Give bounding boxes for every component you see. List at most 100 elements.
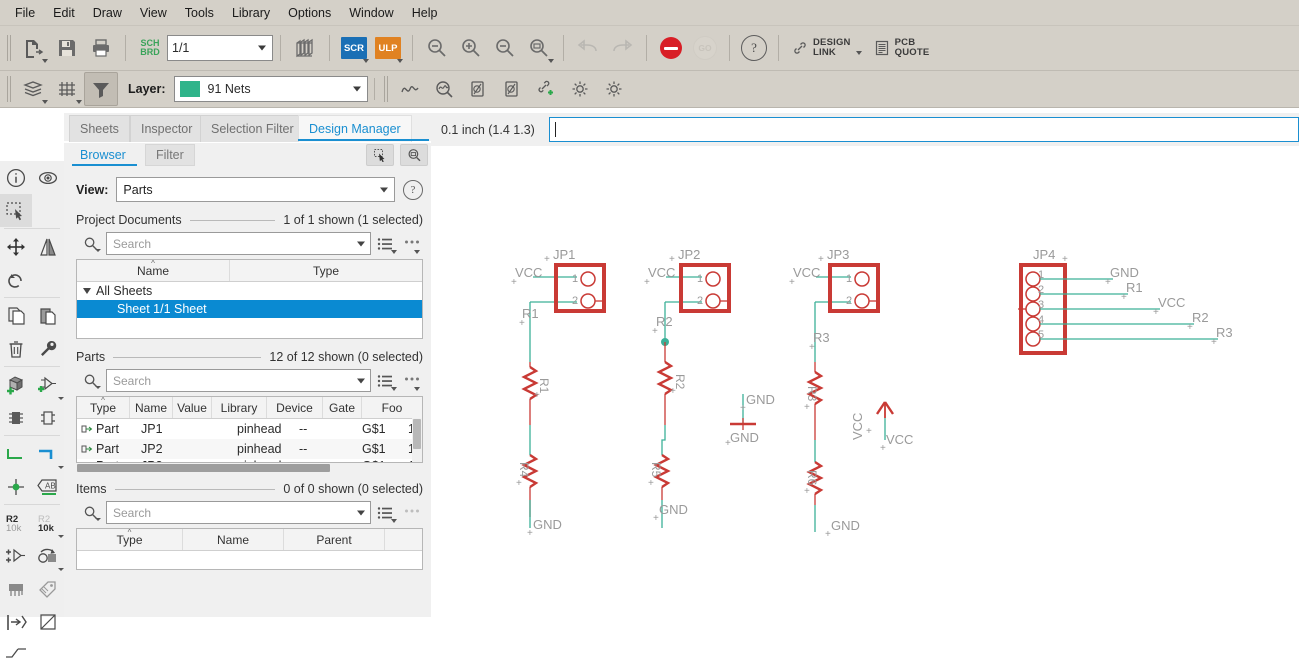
show-net-icon[interactable] — [393, 72, 427, 106]
switch-sch-brd-icon[interactable]: SCH BRD — [133, 31, 167, 65]
table-row[interactable]: Part JP1 pinhead -- G$1 1X0 — [77, 419, 422, 439]
pcb-quote-button[interactable]: PCB QUOTE — [868, 31, 936, 65]
net-label-vcc-jp3[interactable]: VCC — [793, 265, 820, 280]
junction-tool-icon[interactable] — [0, 470, 32, 503]
column-header-footprint[interactable]: Foo — [362, 397, 422, 418]
supply-symbol-gnd[interactable]: GND + GND + — [725, 392, 775, 449]
sheet-zoom-select[interactable]: 1/1 — [167, 35, 273, 61]
command-input[interactable] — [548, 117, 1299, 142]
run-ulp-icon[interactable]: ULP — [371, 31, 405, 65]
erc-check-icon[interactable] — [461, 72, 495, 106]
menu-item-file[interactable]: File — [6, 3, 44, 23]
pin-2-jp1[interactable] — [580, 293, 596, 309]
wire-r2-r5[interactable] — [661, 425, 666, 455]
schematic-group-jp3[interactable]: 1 2 JP3 + VCC + R3 + R3 + R6 + GND + — [789, 247, 880, 540]
toolbar-grip[interactable] — [7, 76, 13, 102]
columns-menu-icon[interactable] — [375, 503, 397, 523]
pin-1-jp3[interactable] — [854, 271, 870, 287]
value-tool-icon[interactable]: R2 10k — [32, 506, 64, 539]
column-header-type[interactable]: Type — [230, 260, 422, 281]
find-net-icon[interactable] — [427, 72, 461, 106]
column-header-name[interactable]: Name — [183, 529, 284, 550]
toolbar-grip[interactable] — [7, 35, 13, 61]
schematic-canvas[interactable]: 1 2 JP1 + VCC + R1 + R1 + R4 + GND + 1 2… — [431, 146, 1299, 617]
info-tool-icon[interactable] — [0, 161, 32, 194]
column-header-device[interactable]: Device — [267, 397, 323, 418]
chevron-down-icon[interactable] — [83, 288, 91, 294]
menu-item-edit[interactable]: Edit — [44, 3, 84, 23]
table-row[interactable]: Part JP2 pinhead -- G$1 1X0 — [77, 439, 422, 459]
menu-item-library[interactable]: Library — [223, 3, 279, 23]
pin-1-jp1[interactable] — [580, 271, 596, 287]
connector-body-jp1[interactable] — [554, 263, 606, 313]
mirror-tool-icon[interactable] — [32, 230, 64, 263]
net-label-gnd-3[interactable]: GND — [831, 518, 860, 533]
zoom-out-icon[interactable] — [420, 31, 454, 65]
net-label-vcc-jp2[interactable]: VCC — [648, 265, 675, 280]
net-label-gnd-1[interactable]: GND — [533, 517, 562, 532]
overflow-menu-icon[interactable] — [401, 234, 423, 254]
save-icon[interactable] — [50, 31, 84, 65]
display-layers-icon[interactable] — [16, 72, 50, 106]
menu-item-options[interactable]: Options — [279, 3, 340, 23]
export-pin-tool-icon[interactable] — [0, 605, 32, 638]
net-label-jp4-gnd[interactable]: GND — [1110, 265, 1139, 280]
parts-table-horizontal-scrollbar[interactable] — [76, 463, 423, 473]
net-label-gnd-2[interactable]: GND — [659, 502, 688, 517]
replace-tool-icon[interactable] — [32, 539, 64, 572]
toolbar-grip[interactable] — [383, 76, 390, 102]
wrench-tool-icon[interactable] — [32, 332, 64, 365]
pick-element-button[interactable] — [366, 144, 394, 166]
items-search-input[interactable]: Search — [106, 501, 371, 524]
net-tool-icon[interactable] — [0, 437, 32, 470]
schematic-group-jp1[interactable]: 1 2 JP1 + VCC + R1 + R1 + R4 + GND + — [511, 247, 606, 539]
net-label-jp4-vcc[interactable]: VCC — [1158, 295, 1185, 310]
pin-2-jp3[interactable] — [854, 293, 870, 309]
add-part-tool-icon[interactable] — [0, 368, 32, 401]
paste-tool-icon[interactable] — [32, 299, 64, 332]
settings-gear-icon[interactable] — [563, 72, 597, 106]
overflow-menu-icon[interactable] — [401, 503, 423, 523]
tab-inspector[interactable]: Inspector — [130, 115, 204, 142]
scrollbar-thumb[interactable] — [413, 419, 421, 449]
zoom-fit-icon[interactable] — [488, 31, 522, 65]
sheet-note-tool-icon[interactable] — [32, 605, 64, 638]
net-label-jp4-r1[interactable]: R1 — [1126, 280, 1143, 295]
bus-tool-icon[interactable] — [32, 437, 64, 470]
pin-1-jp2[interactable] — [705, 271, 721, 287]
library-manager-icon[interactable] — [288, 31, 322, 65]
column-header-parent[interactable]: Parent — [284, 529, 385, 550]
rotate-tool-icon[interactable] — [0, 263, 32, 296]
redo-icon[interactable] — [605, 31, 639, 65]
tab-design-manager[interactable]: Design Manager — [298, 115, 412, 142]
show-tool-icon[interactable] — [32, 161, 64, 194]
miter-tool-icon[interactable] — [0, 638, 32, 671]
columns-menu-icon[interactable] — [375, 234, 397, 254]
menu-item-draw[interactable]: Draw — [84, 3, 131, 23]
help-icon[interactable]: ? — [403, 179, 423, 200]
parts-search-input[interactable]: Search — [106, 369, 371, 392]
connector-body-jp3[interactable] — [828, 263, 880, 313]
overflow-menu-icon[interactable] — [401, 371, 423, 391]
scrollbar-thumb[interactable] — [77, 464, 331, 472]
print-icon[interactable] — [84, 31, 118, 65]
tab-sheets[interactable]: Sheets — [69, 115, 130, 142]
smash-tool-icon[interactable] — [0, 572, 32, 605]
move-tool-icon[interactable] — [0, 230, 32, 263]
label-tool-icon[interactable]: AB — [32, 470, 64, 503]
connector-body-jp2[interactable] — [679, 263, 731, 313]
add-gate-tool-icon[interactable] — [32, 368, 64, 401]
pinswap-tool-icon[interactable] — [0, 539, 32, 572]
schematic-group-jp4[interactable]: JP4 + 1 2 3 4 5 GND + R1 + VCC + R2 + R3… — [1018, 247, 1233, 355]
device-tool-icon[interactable] — [32, 401, 64, 434]
subtab-browser[interactable]: Browser — [70, 144, 136, 166]
tree-row-all-sheets[interactable]: All Sheets — [77, 282, 422, 300]
zoom-to-selection-button[interactable] — [400, 144, 428, 166]
project-documents-search-input[interactable]: Search — [106, 232, 371, 255]
net-label-vcc-jp1[interactable]: VCC — [515, 265, 542, 280]
go-command-icon[interactable]: GO — [688, 31, 722, 65]
name-tool-icon[interactable]: R2 10k — [0, 506, 32, 539]
net-label-jp4-r2[interactable]: R2 — [1192, 310, 1209, 325]
zoom-in-icon[interactable] — [454, 31, 488, 65]
copy-tool-icon[interactable] — [0, 299, 32, 332]
